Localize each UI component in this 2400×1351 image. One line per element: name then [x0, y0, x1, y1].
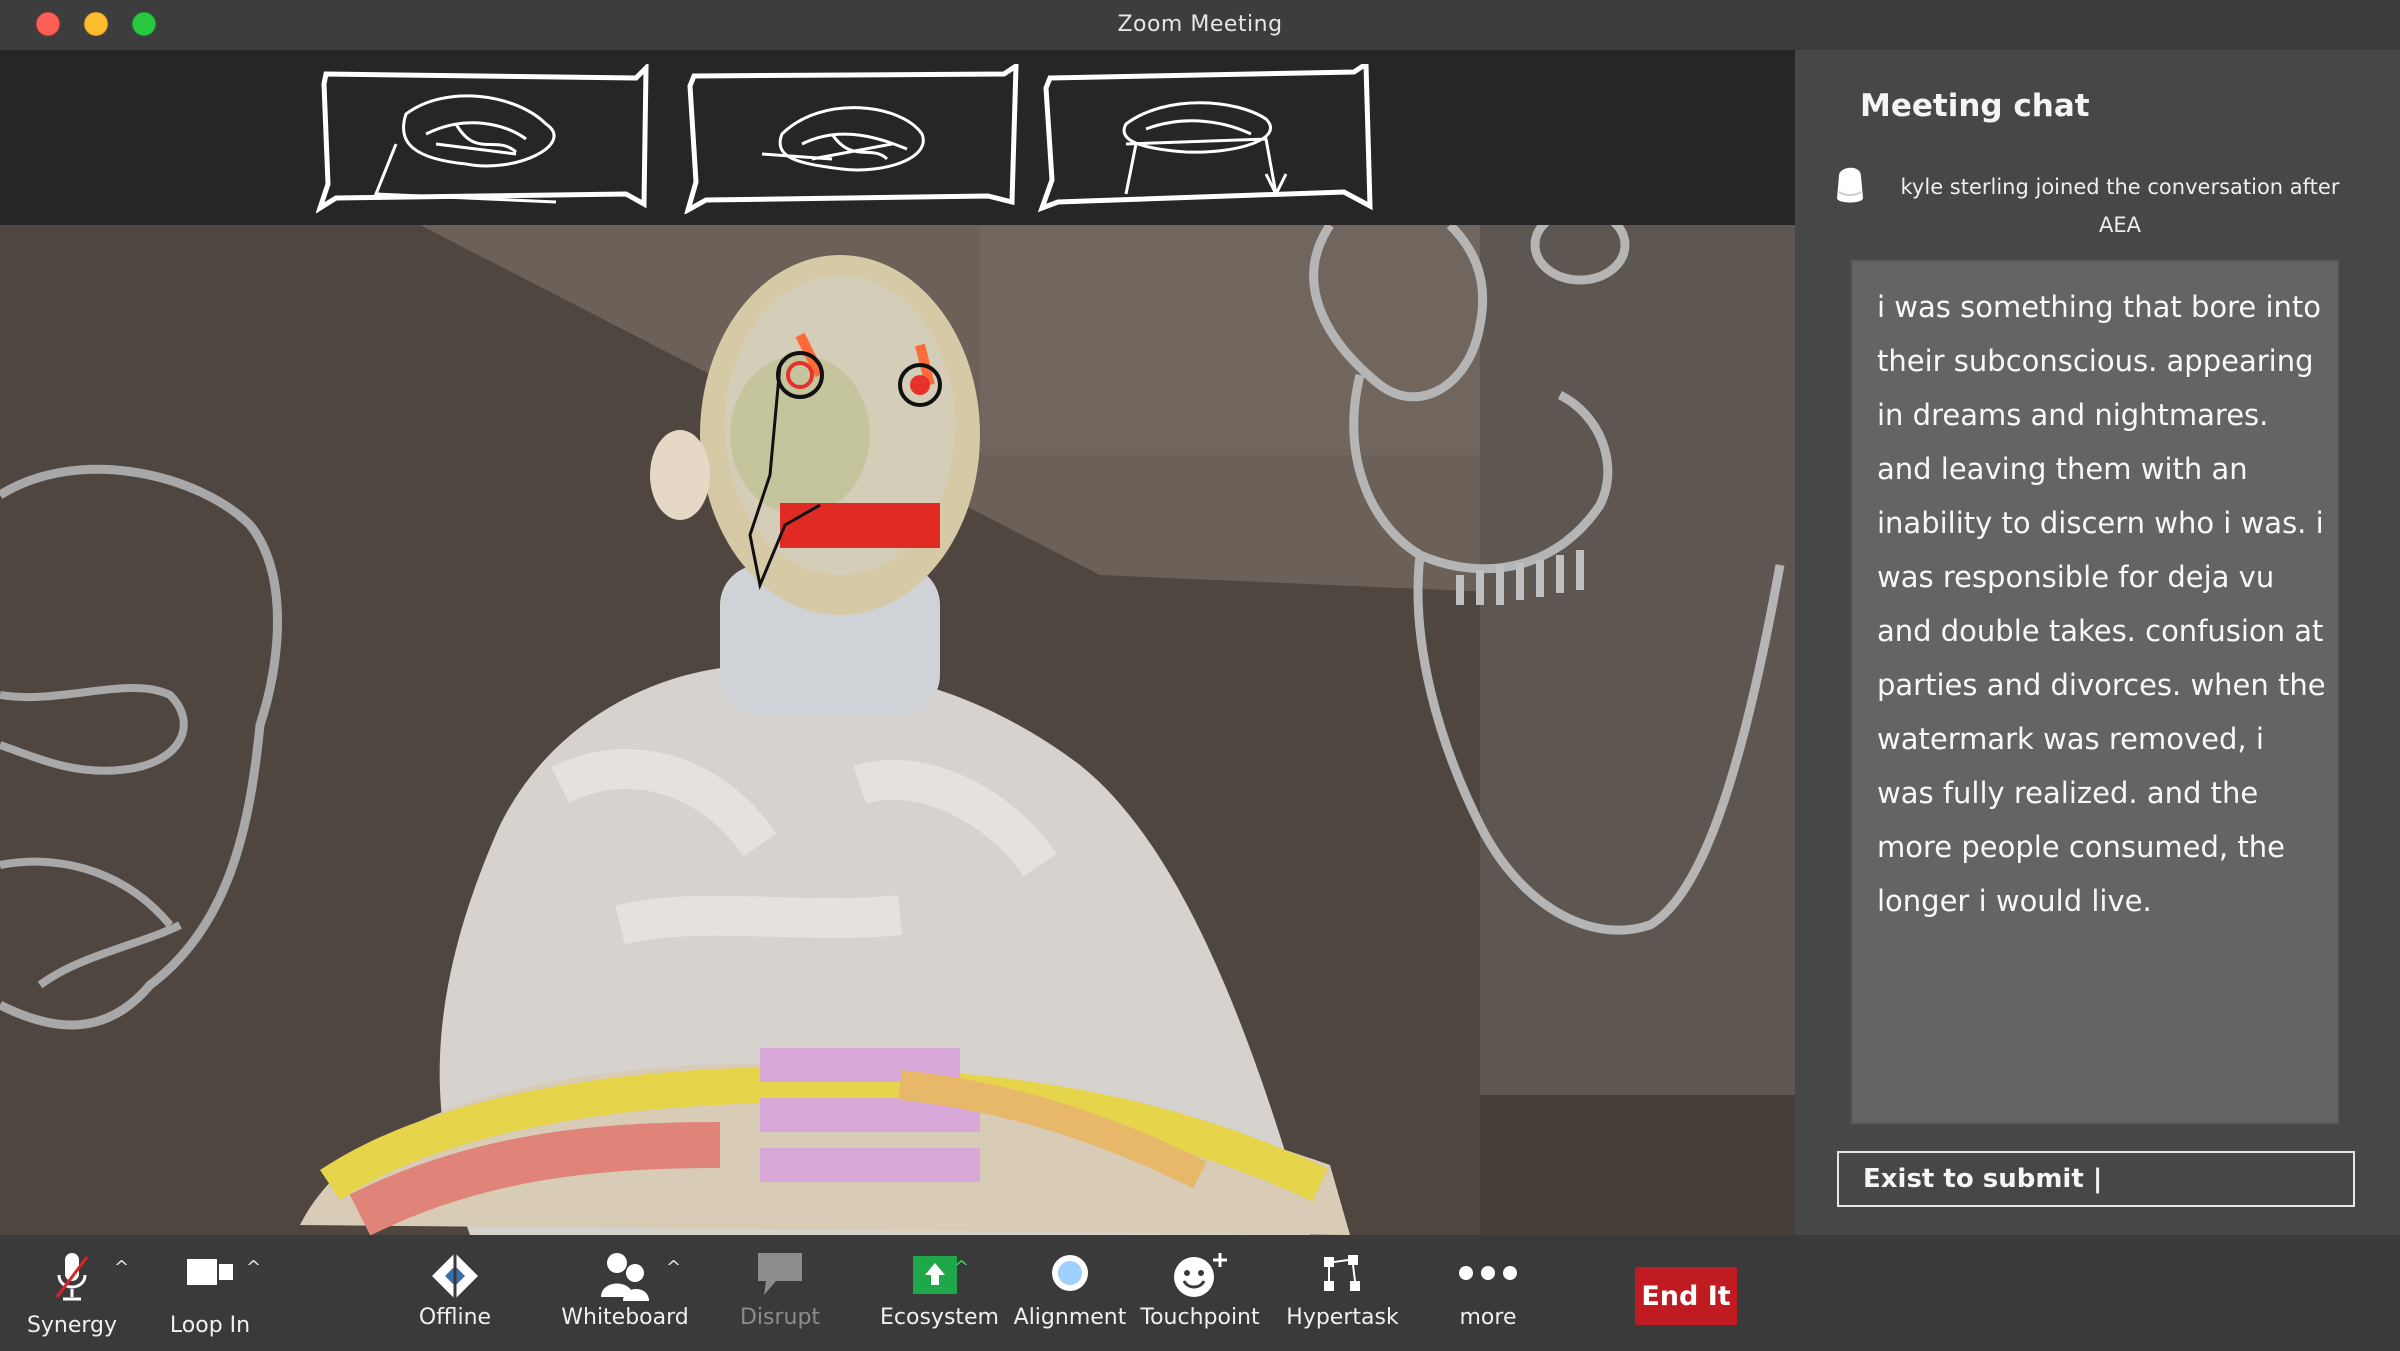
disrupt-label: Disrupt	[739, 1305, 821, 1330]
disrupt-button[interactable]: Disrupt	[730, 1235, 830, 1351]
whiteboard-options-chevron-up-icon[interactable]: ^	[666, 1257, 681, 1278]
offline-button[interactable]: Offline	[400, 1235, 510, 1351]
window-titlebar: Zoom Meeting	[0, 0, 2400, 50]
chat-input[interactable]	[1837, 1151, 2355, 1207]
video-options-chevron-up-icon[interactable]: ^	[246, 1257, 261, 1278]
system-message: kyle sterling joined the conversation af…	[1900, 175, 2340, 237]
chat-message-text: i was something that bore into their sub…	[1877, 290, 2326, 918]
participant-thumbnail-strip	[0, 50, 1795, 225]
reactions-icon	[1174, 1253, 1227, 1297]
mic-button[interactable]: Synergy	[20, 1235, 124, 1351]
share-screen-icon	[913, 1256, 957, 1294]
participant-thumbnail[interactable]	[316, 64, 654, 214]
video-label: Loop In	[169, 1313, 251, 1338]
meeting-chat-panel: Meeting chat kyle sterling joined the co…	[1795, 50, 2400, 1235]
circle-record-icon	[1052, 1255, 1088, 1291]
diamond-logo-icon	[432, 1253, 478, 1299]
mic-label: Synergy	[26, 1313, 118, 1338]
participants-icon	[601, 1253, 649, 1301]
chat-message-bubble: i was something that bore into their sub…	[1851, 260, 2339, 1124]
whiteboard-label: Whiteboard	[561, 1305, 689, 1330]
window-title: Zoom Meeting	[1117, 12, 1283, 37]
ecosystem-button[interactable]: Ecosystem	[880, 1235, 999, 1351]
participant-thumbnail[interactable]	[682, 64, 1020, 214]
microphone-muted-icon	[55, 1253, 89, 1301]
meeting-stage	[0, 50, 1795, 1235]
video-camera-icon	[187, 1259, 233, 1285]
user-avatar-icon	[1837, 167, 1863, 203]
apps-icon	[1323, 1255, 1360, 1291]
more-button[interactable]: more	[1440, 1235, 1536, 1351]
more-label: more	[1459, 1305, 1517, 1330]
active-speaker-video	[0, 225, 1795, 1235]
offline-label: Offline	[418, 1305, 492, 1330]
alignment-label: Alignment	[1013, 1305, 1127, 1330]
video-button[interactable]: Loop In	[160, 1235, 260, 1351]
chat-title: Meeting chat	[1860, 88, 2090, 124]
hypertask-button[interactable]: Hypertask	[1280, 1235, 1405, 1351]
ellipsis-icon	[1459, 1266, 1517, 1280]
end-meeting-button[interactable]: End It	[1635, 1267, 1737, 1325]
touchpoint-label: Touchpoint	[1140, 1305, 1260, 1330]
touchpoint-button[interactable]: Touchpoint	[1140, 1235, 1260, 1351]
ecosystem-label: Ecosystem	[880, 1305, 999, 1330]
hypertask-label: Hypertask	[1286, 1305, 1399, 1330]
alignment-button[interactable]: Alignment	[1010, 1235, 1130, 1351]
participant-thumbnail[interactable]	[1036, 64, 1374, 214]
ecosystem-options-chevron-up-icon[interactable]: ^	[954, 1257, 969, 1278]
whiteboard-button[interactable]: Whiteboard	[560, 1235, 690, 1351]
mic-options-chevron-up-icon[interactable]: ^	[114, 1257, 129, 1278]
chat-bubble-icon	[758, 1253, 802, 1295]
meeting-toolbar: Synergy ^ Loop In ^ Offline Whiteboard ^	[0, 1235, 2400, 1351]
